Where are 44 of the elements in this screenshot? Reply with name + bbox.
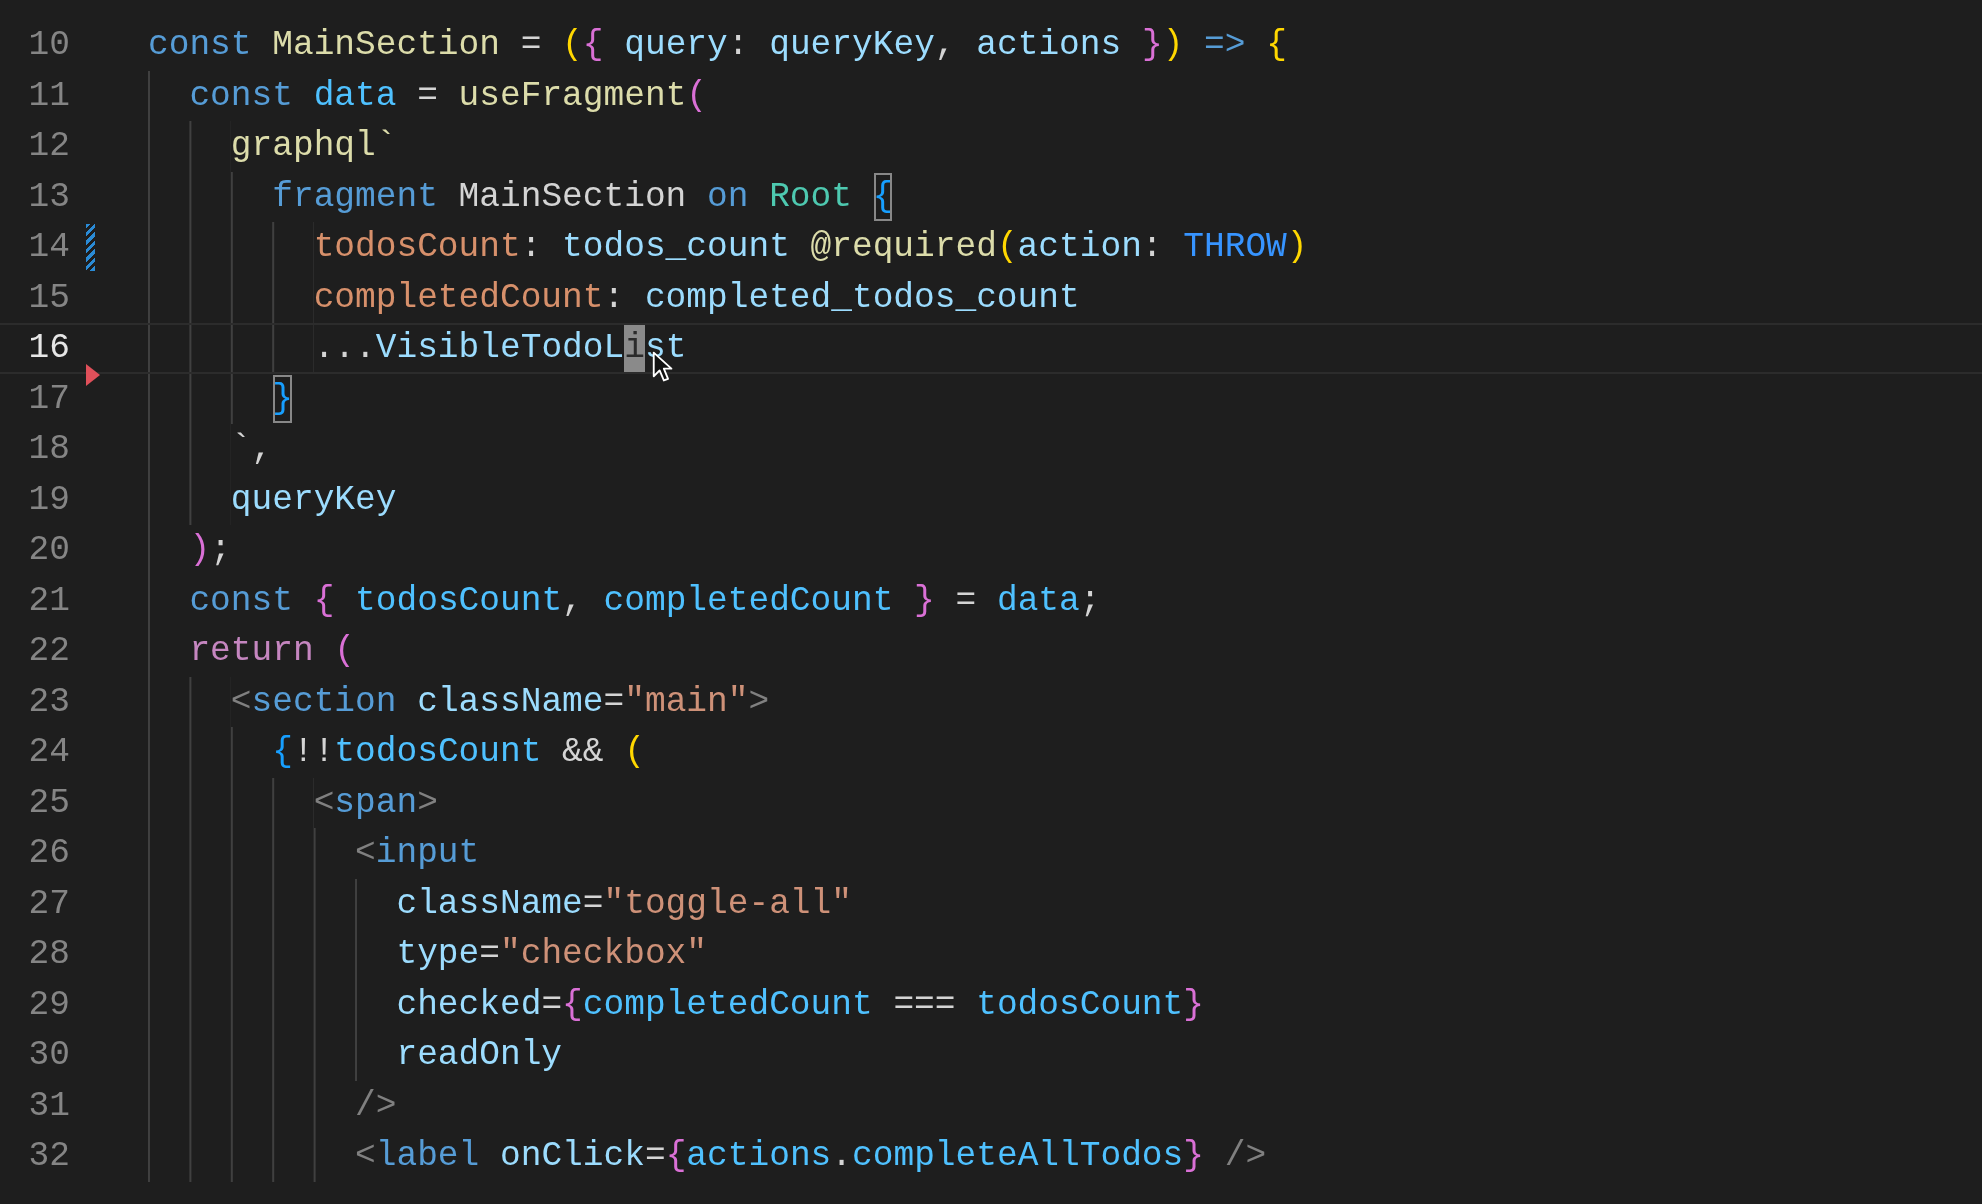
line-number: 23 xyxy=(27,680,70,723)
line-number: 26 xyxy=(27,832,70,874)
line-number: 25 xyxy=(27,781,70,824)
line-number: 24 xyxy=(27,731,70,773)
code-line: readOnly xyxy=(148,1030,563,1081)
line-number: 12 xyxy=(27,125,70,167)
line-number: 17 xyxy=(27,377,70,420)
line-number: 22 xyxy=(27,630,70,672)
code-line: /> xyxy=(148,1080,397,1131)
code-line: ...VisibleTodoList xyxy=(148,325,687,372)
line-number: 32 xyxy=(27,1135,70,1177)
line-number: 27 xyxy=(27,882,70,925)
code-line: const MainSection = ({ query: queryKey, actions }) => { xyxy=(148,20,1287,71)
line-number: 11 xyxy=(27,74,70,117)
code-line: fragment MainSection on Root { xyxy=(148,171,894,222)
code-line: queryKey xyxy=(148,474,397,525)
line-number: 18 xyxy=(27,428,70,470)
code-line: {!!todosCount && ( xyxy=(148,727,645,778)
line-number: 31 xyxy=(27,1084,70,1127)
line-number: 16 xyxy=(27,327,70,369)
code-line: const data = useFragment( xyxy=(148,70,708,121)
line-number: 14 xyxy=(27,226,70,268)
code-line: <span> xyxy=(148,777,438,828)
line-number: 29 xyxy=(27,983,70,1026)
code-line: return ( xyxy=(148,626,356,677)
code-line: <section className="main"> xyxy=(148,676,770,727)
line-number: 21 xyxy=(27,579,70,622)
code-line: className="toggle-all" xyxy=(148,878,852,929)
code-line: checked={completedCount === todosCount} xyxy=(148,979,1204,1030)
line-number: 13 xyxy=(27,175,70,218)
code-line: type="checkbox" xyxy=(148,929,708,980)
line-number: 30 xyxy=(27,1034,70,1076)
line-number: 19 xyxy=(27,478,70,521)
code-line: const { todosCount, completedCount } = data; xyxy=(148,575,1101,626)
line-number: 10 xyxy=(27,24,70,66)
line-number: 28 xyxy=(27,933,70,975)
code-line: todosCount: todos_count @required(action: THROW) xyxy=(148,222,1308,273)
code-line: } xyxy=(148,373,293,424)
code-line: completedCount: completed_todos_count xyxy=(148,272,1080,323)
line-number: 20 xyxy=(27,529,70,571)
line-number: 15 xyxy=(27,276,70,319)
code-line: <label onClick={actions.completeAllTodos} /> xyxy=(148,1131,1267,1182)
deleted-lines-marker-icon[interactable] xyxy=(86,363,100,386)
code-line: graphql` xyxy=(148,121,397,172)
